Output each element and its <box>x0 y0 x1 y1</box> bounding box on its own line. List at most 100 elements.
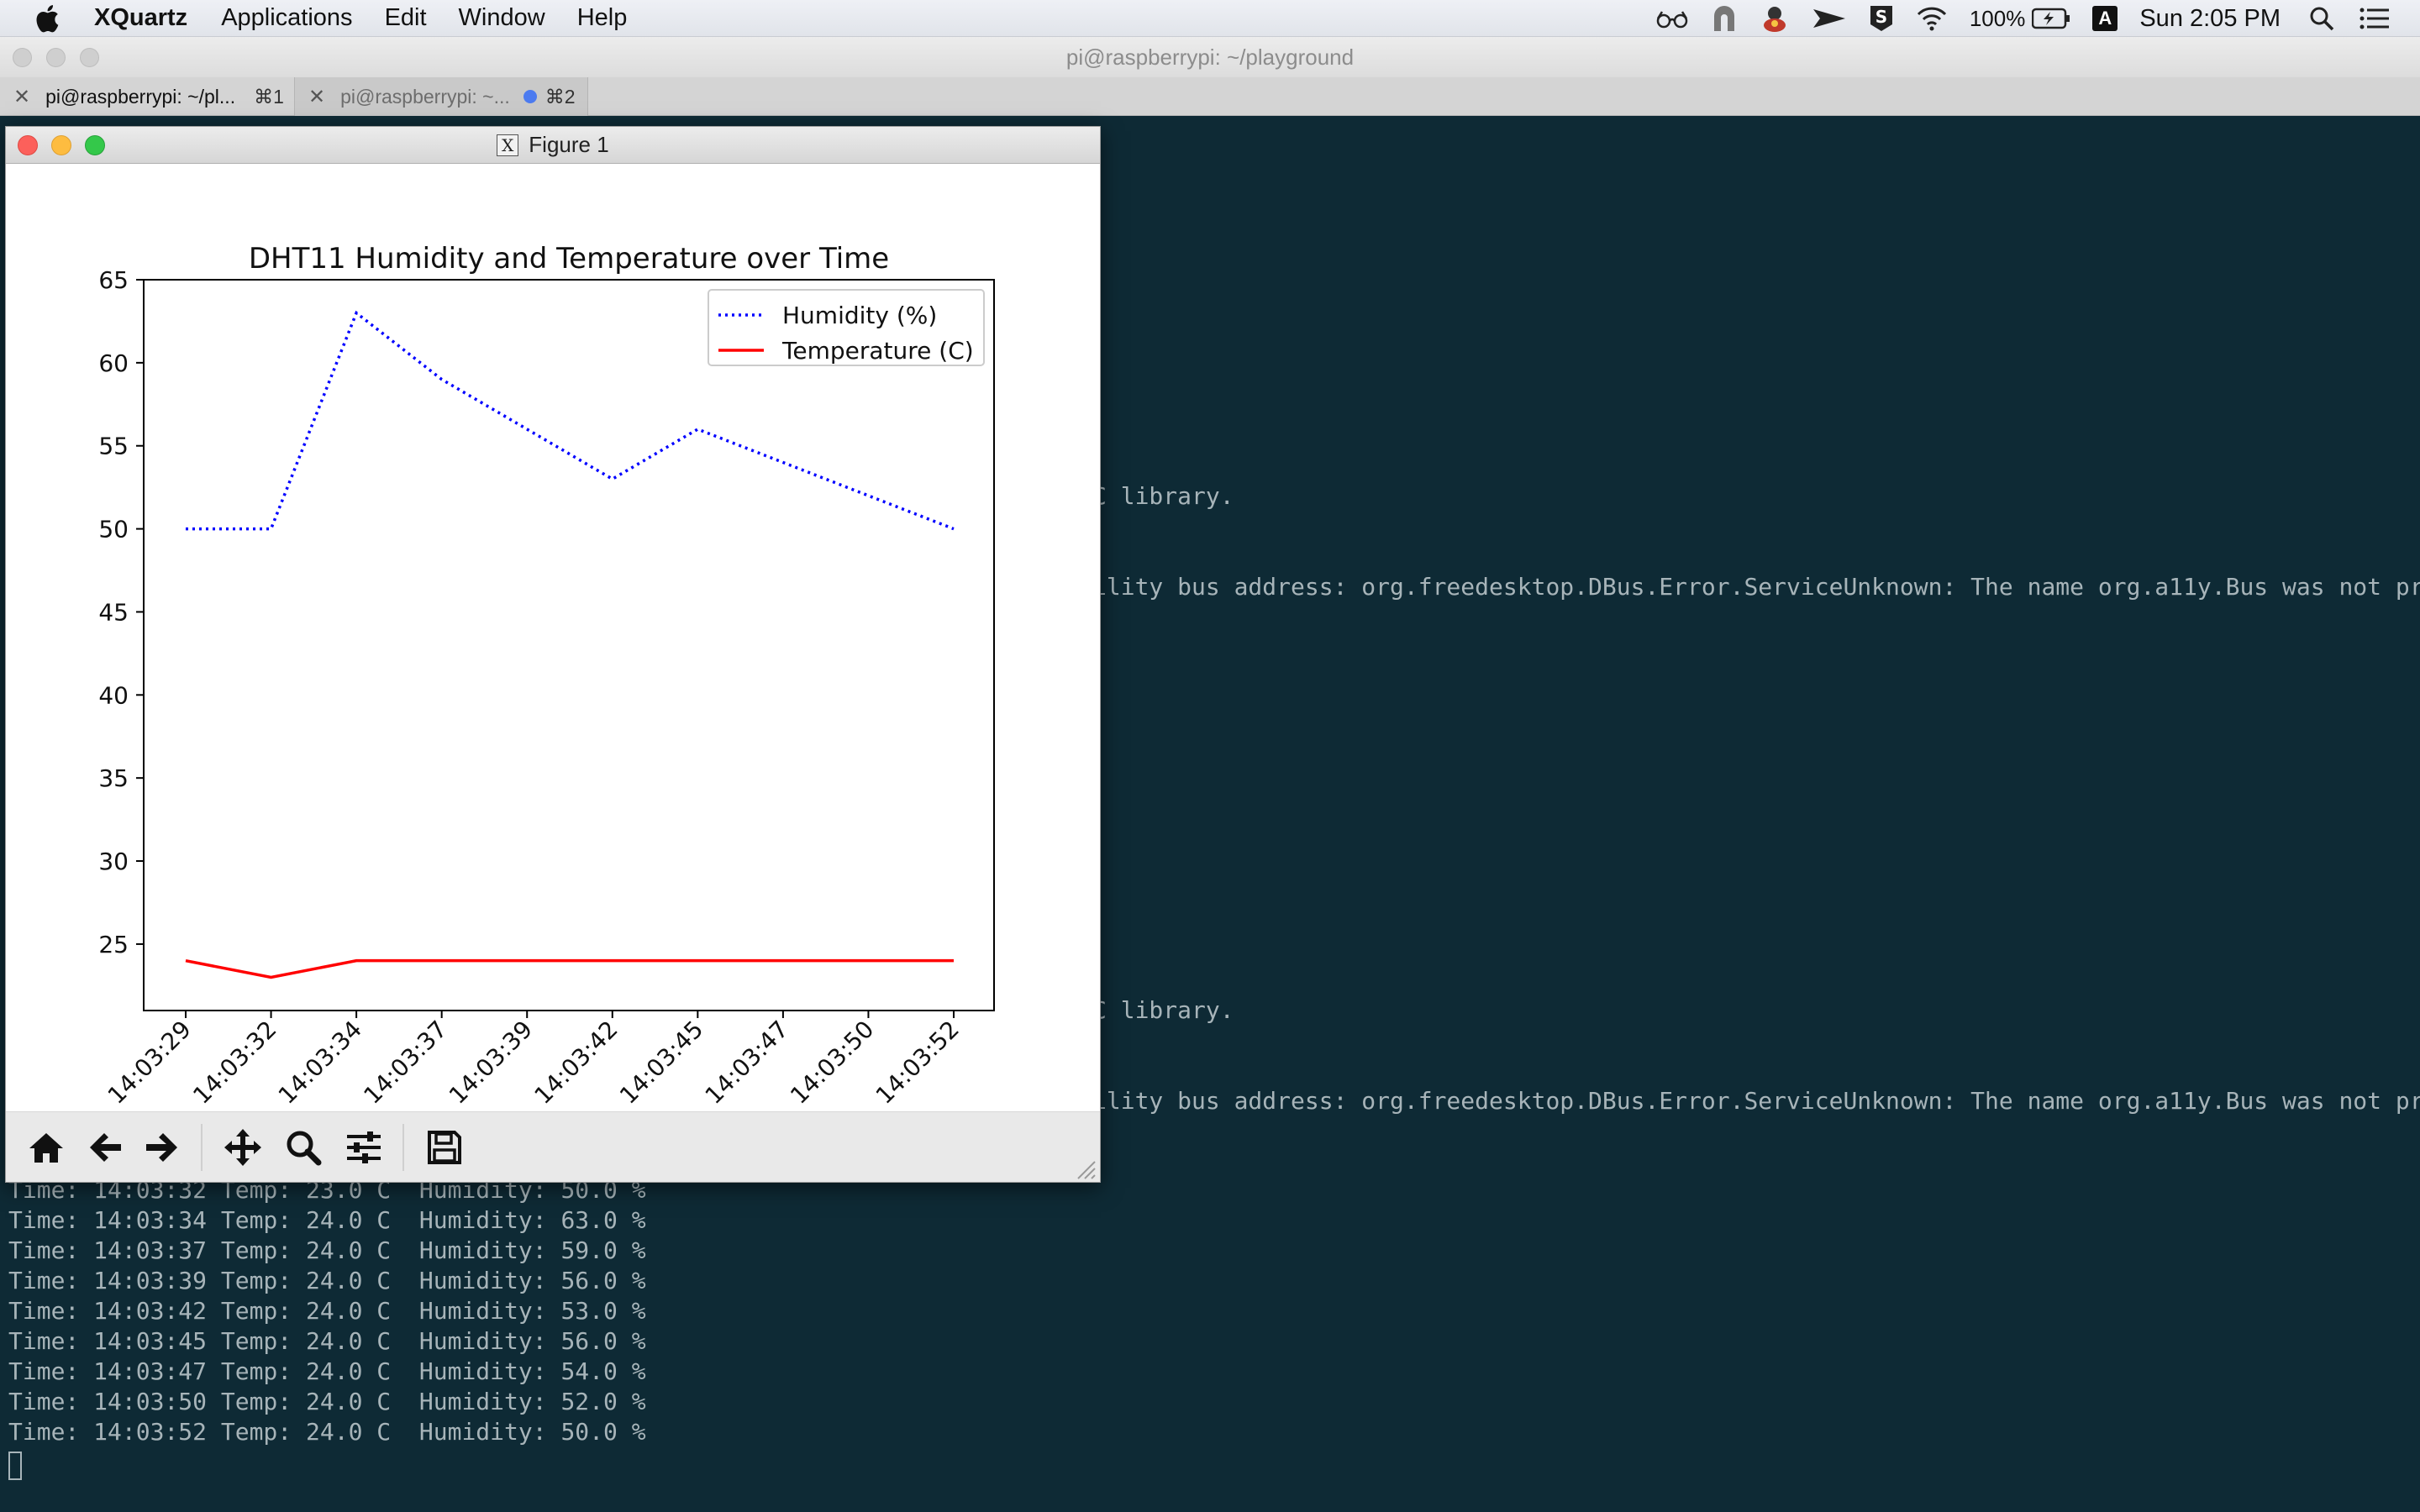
tab-2[interactable]: ✕ pi@raspberrypi: ~... ⌘2 <box>294 77 588 116</box>
y-tick-label: 30 <box>98 848 129 875</box>
s-badge-icon[interactable]: S <box>1869 0 1894 37</box>
figure-close-button[interactable] <box>18 135 38 155</box>
y-tick-label: 55 <box>98 433 129 460</box>
input-source-icon[interactable]: A <box>2092 0 2118 37</box>
y-tick-label: 65 <box>98 266 129 294</box>
log-line: Time: 14:03:52 Temp: 24.0 C Humidity: 50… <box>8 1418 646 1446</box>
log-line: Time: 14:03:50 Temp: 24.0 C Humidity: 52… <box>8 1388 646 1415</box>
close-tab-icon[interactable]: ✕ <box>13 85 30 109</box>
configure-subplots-icon <box>347 1131 381 1163</box>
toolbar-separator <box>201 1124 203 1171</box>
log-line: Time: 14:03:45 Temp: 24.0 C Humidity: 56… <box>8 1327 646 1355</box>
coffee-app-icon[interactable] <box>1760 0 1790 37</box>
toolbar-separator <box>402 1124 404 1171</box>
zoom-icon <box>287 1131 322 1166</box>
chart-title: DHT11 Humidity and Temperature over Time <box>249 242 889 276</box>
x-axis: 14:03:2914:03:3214:03:3414:03:3714:03:39… <box>103 1011 965 1110</box>
menu-app-name[interactable]: XQuartz <box>94 4 187 32</box>
back-arrow-icon <box>90 1133 121 1162</box>
menu-window[interactable]: Window <box>459 4 545 32</box>
x-tick-label: 14:03:47 <box>700 1016 794 1110</box>
menu-edit[interactable]: Edit <box>385 4 427 32</box>
configure-subplots-button[interactable] <box>344 1127 384 1168</box>
pan-button[interactable] <box>223 1127 263 1168</box>
menu-help[interactable]: Help <box>577 4 628 32</box>
figure-toolbar <box>6 1111 1100 1182</box>
tab-1-label: pi@raspberrypi: ~/pl... <box>45 85 236 108</box>
terminal-line: ility bus address: org.freedesktop.DBus.… <box>1092 1087 2420 1115</box>
tab-1-shortcut: ⌘1 <box>254 85 284 108</box>
resize-grip-icon[interactable] <box>1075 1158 1097 1180</box>
menu-applications[interactable]: Applications <box>221 4 352 32</box>
x-tick-label: 14:03:42 <box>529 1016 623 1110</box>
terminal-window-title: pi@raspberrypi: ~/playground <box>1065 44 1355 70</box>
figure-zoom-button[interactable] <box>85 135 105 155</box>
y-tick-label: 45 <box>98 598 129 626</box>
y-tick-label: 35 <box>98 764 129 792</box>
y-tick-label: 25 <box>98 931 129 958</box>
home-button[interactable] <box>26 1127 66 1168</box>
figure-title: Figure 1 <box>529 132 609 157</box>
plot-canvas[interactable]: DHT11 Humidity and Temperature over Time… <box>6 164 1100 1148</box>
figure-minimize-button[interactable] <box>51 135 71 155</box>
arch-icon[interactable] <box>1711 0 1738 37</box>
tab-1[interactable]: ✕ pi@raspberrypi: ~/pl... ⌘1 <box>0 77 294 116</box>
save-button[interactable] <box>424 1127 465 1168</box>
y-tick-label: 50 <box>98 516 129 543</box>
x-tick-label: 14:03:34 <box>273 1016 367 1110</box>
log-line: Time: 14:03:39 Temp: 24.0 C Humidity: 56… <box>8 1267 646 1294</box>
x11-icon: X <box>497 134 519 156</box>
y-tick-label: 40 <box>98 681 129 709</box>
x-tick-label: 14:03:32 <box>187 1016 281 1110</box>
legend: Humidity (%) Temperature (C) <box>708 289 985 366</box>
log-line: Time: 14:03:37 Temp: 24.0 C Humidity: 59… <box>8 1236 646 1264</box>
wifi-icon[interactable] <box>1916 0 1948 37</box>
series-line-temperature <box>185 958 954 979</box>
close-button[interactable] <box>13 48 32 67</box>
figure-window[interactable]: X Figure 1 DHT11 Humidity and Temperatur… <box>5 126 1101 1183</box>
save-icon <box>428 1131 461 1164</box>
terminal-tab-bar: ✕ pi@raspberrypi: ~/pl... ⌘1 ✕ pi@raspbe… <box>0 77 2420 116</box>
zoom-to-rect-button[interactable] <box>283 1127 324 1168</box>
close-tab-icon[interactable]: ✕ <box>308 85 325 109</box>
back-button[interactable] <box>85 1127 125 1168</box>
x-tick-label: 14:03:50 <box>785 1016 879 1110</box>
x-tick-label: 14:03:52 <box>871 1016 965 1110</box>
tab-2-shortcut: ⌘2 <box>544 85 576 108</box>
clock[interactable]: Sun 2:05 PM <box>2139 0 2281 37</box>
pan-icon <box>224 1129 261 1166</box>
paper-plane-icon[interactable] <box>1812 0 1847 37</box>
y-axis: 25 30 35 40 45 50 55 60 65 <box>98 266 144 958</box>
terminal-line: C library. <box>1092 996 1234 1024</box>
terminal-line: C library. <box>1092 482 1234 510</box>
x-tick-label: 14:03:29 <box>103 1016 197 1110</box>
forward-arrow-icon <box>146 1133 177 1162</box>
terminal-title-bar[interactable]: pi@raspberrypi: ~/playground <box>0 37 2420 77</box>
svg-text:S: S <box>1876 7 1887 27</box>
input-source-label: A <box>2092 6 2118 31</box>
spotlight-search-icon[interactable] <box>2309 0 2334 37</box>
zoom-button[interactable] <box>80 48 99 67</box>
log-line: Time: 14:03:47 Temp: 24.0 C Humidity: 54… <box>8 1357 646 1385</box>
home-icon <box>29 1133 63 1163</box>
legend-label: Humidity (%) <box>782 302 937 329</box>
tab-2-label: pi@raspberrypi: ~... <box>340 85 510 108</box>
apple-menu-icon[interactable] <box>32 2 66 35</box>
line-chart: DHT11 Humidity and Temperature over Time… <box>98 242 995 1110</box>
minimize-button[interactable] <box>46 48 66 67</box>
battery-icon[interactable] <box>2032 0 2070 37</box>
status-area: S 100% A Sun 2:05 PM <box>1655 0 2420 37</box>
x-tick-label: 14:03:45 <box>614 1016 708 1110</box>
x-tick-label: 14:03:37 <box>358 1016 452 1110</box>
notification-center-icon[interactable] <box>2360 0 2390 37</box>
figure-title-bar[interactable]: X Figure 1 <box>6 127 1100 164</box>
log-line: Time: 14:03:42 Temp: 24.0 C Humidity: 53… <box>8 1297 646 1325</box>
legend-label: Temperature (C) <box>781 337 974 365</box>
battery-percent[interactable]: 100% <box>1970 0 2026 37</box>
menu-bar: XQuartz Applications Edit Window Help S … <box>0 0 2420 37</box>
glasses-icon[interactable] <box>1655 0 1689 37</box>
forward-button[interactable] <box>142 1127 182 1168</box>
activity-dot-icon <box>523 90 537 103</box>
series-lines <box>185 310 955 979</box>
terminal-line: ility bus address: org.freedesktop.DBus.… <box>1092 573 2420 601</box>
